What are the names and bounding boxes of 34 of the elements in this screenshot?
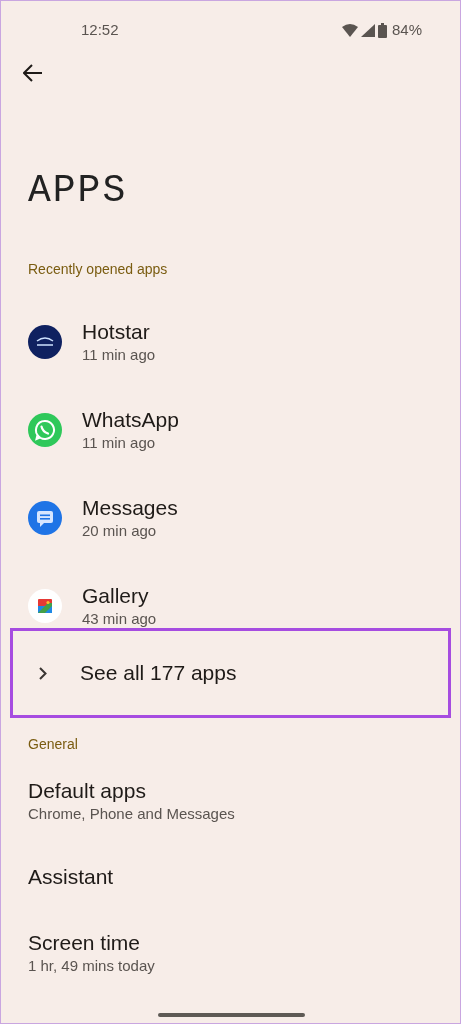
- section-header: General: [28, 735, 78, 754]
- item-subtitle: Chrome, Phone and Messages: [28, 804, 236, 824]
- wifi-icon: [341, 23, 358, 37]
- page-title: APPS: [28, 171, 128, 211]
- chevron-right-icon: [39, 666, 47, 680]
- app-time: 11 min ago: [82, 345, 156, 365]
- item-subtitle: 1 hr, 49 mins today: [28, 956, 156, 976]
- app-time: 11 min ago: [82, 433, 157, 453]
- app-row[interactable]: Messages 20 min ago: [1, 474, 460, 562]
- app-time: 43 min ago: [82, 609, 157, 629]
- battery-percent: 84%: [391, 19, 422, 40]
- message-icon: [28, 501, 62, 535]
- gallery-icon: [28, 589, 62, 623]
- item-title: Screen time: [28, 930, 142, 956]
- settings-item[interactable]: Default apps Chrome, Phone and Messages: [1, 763, 460, 839]
- app-name: Gallery: [82, 583, 150, 609]
- section-header: Recently opened apps: [28, 260, 168, 279]
- item-title: Assistant: [28, 864, 115, 890]
- app-row[interactable]: Hotstar 11 min ago: [1, 298, 460, 386]
- app-icon: [28, 325, 62, 359]
- chat-bubble-icon: [28, 413, 62, 447]
- settings-item[interactable]: Screen time 1 hr, 49 mins today: [1, 915, 460, 991]
- app-name: Messages: [82, 495, 178, 521]
- app-time: 20 min ago: [82, 521, 158, 541]
- item-title: Default apps: [28, 778, 147, 804]
- app-row[interactable]: WhatsApp 11 min ago: [1, 386, 460, 474]
- app-name: WhatsApp: [82, 407, 179, 433]
- signal-icon: [360, 23, 375, 37]
- app-name: Hotstar: [82, 319, 151, 345]
- back-arrow-icon: [23, 64, 43, 82]
- settings-item[interactable]: Assistant: [1, 839, 460, 915]
- see-all-apps-button[interactable]: See all 177 apps: [10, 628, 451, 718]
- status-time: 12:52: [81, 19, 119, 40]
- battery-icon: [377, 22, 387, 38]
